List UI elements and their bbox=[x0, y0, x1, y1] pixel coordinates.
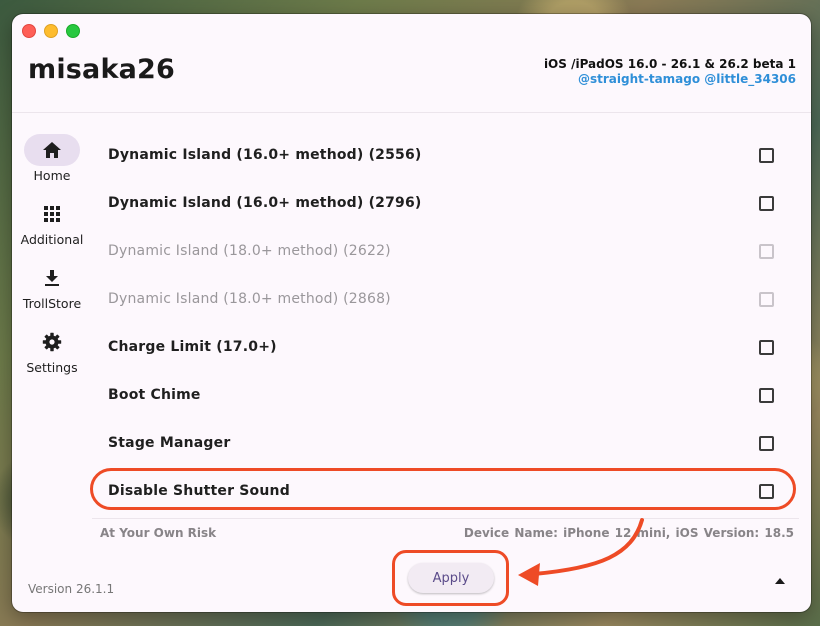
tweak-checkbox bbox=[759, 243, 774, 259]
tweak-row-dynamic-island-2556: Dynamic Island (16.0+ method) (2556) bbox=[92, 131, 808, 179]
authors-link[interactable]: @straight-tamago @little_34306 bbox=[544, 72, 796, 87]
tweak-checkbox[interactable] bbox=[759, 387, 774, 403]
apply-button[interactable]: Apply bbox=[408, 563, 494, 593]
tweak-checkbox[interactable] bbox=[759, 483, 774, 499]
tweak-label: Boot Chime bbox=[108, 387, 201, 403]
header-info: iOS /iPadOS 16.0 - 26.1 & 26.2 beta 1 @s… bbox=[544, 57, 796, 87]
app-version: Version 26.1.1 bbox=[28, 582, 115, 596]
nav-label-trollstore: TrollStore bbox=[22, 296, 82, 311]
tweak-label: Dynamic Island (18.0+ method) (2868) bbox=[108, 291, 391, 307]
home-icon bbox=[42, 141, 62, 159]
tweak-row-boot-chime: Boot Chime bbox=[92, 371, 808, 419]
tweak-row-disable-shutter-sound: Disable Shutter Sound bbox=[92, 467, 808, 515]
tweak-list: Dynamic Island (16.0+ method) (2556) Dyn… bbox=[92, 131, 808, 515]
tweak-checkbox[interactable] bbox=[759, 195, 774, 211]
tweak-row-stage-manager: Stage Manager bbox=[92, 419, 808, 467]
tweak-label: Disable Shutter Sound bbox=[108, 483, 290, 499]
nav-label-home: Home bbox=[33, 168, 71, 183]
device-info: Device Name: iPhone 12 mini, iOS Version… bbox=[463, 526, 794, 540]
tweak-row-dynamic-island-2622: Dynamic Island (18.0+ method) (2622) bbox=[92, 227, 808, 275]
tweak-label: Charge Limit (17.0+) bbox=[108, 339, 277, 355]
gear-icon bbox=[42, 332, 62, 352]
risk-warning: At Your Own Risk bbox=[100, 526, 217, 540]
window-controls bbox=[22, 24, 80, 38]
header-divider bbox=[12, 112, 811, 113]
tweak-label: Dynamic Island (16.0+ method) (2796) bbox=[108, 195, 422, 211]
nav-label-additional: Additional bbox=[20, 232, 84, 247]
collapse-up-icon[interactable] bbox=[775, 578, 785, 584]
nav-item-additional[interactable]: Additional bbox=[12, 198, 92, 262]
tweak-checkbox[interactable] bbox=[759, 435, 774, 451]
footer-divider bbox=[92, 518, 799, 519]
nav-item-trollstore[interactable]: TrollStore bbox=[12, 262, 92, 326]
close-window-button[interactable] bbox=[22, 24, 36, 38]
tweak-label: Dynamic Island (16.0+ method) (2556) bbox=[108, 147, 422, 163]
nav-item-home[interactable]: Home bbox=[12, 134, 92, 198]
tweak-checkbox bbox=[759, 291, 774, 307]
app-window: misaka26 iOS /iPadOS 16.0 - 26.1 & 26.2 … bbox=[12, 14, 811, 612]
download-icon bbox=[44, 269, 60, 287]
tweak-row-dynamic-island-2868: Dynamic Island (18.0+ method) (2868) bbox=[92, 275, 808, 323]
tweak-row-charge-limit: Charge Limit (17.0+) bbox=[92, 323, 808, 371]
grid-icon bbox=[43, 205, 61, 223]
nav-item-settings[interactable]: Settings bbox=[12, 326, 92, 390]
tweak-checkbox[interactable] bbox=[759, 147, 774, 163]
app-title: misaka26 bbox=[28, 54, 176, 85]
tweak-checkbox[interactable] bbox=[759, 339, 774, 355]
tweak-label: Dynamic Island (18.0+ method) (2622) bbox=[108, 243, 391, 259]
zoom-window-button[interactable] bbox=[66, 24, 80, 38]
supported-versions: iOS /iPadOS 16.0 - 26.1 & 26.2 beta 1 bbox=[543, 57, 796, 71]
tweak-row-dynamic-island-2796: Dynamic Island (16.0+ method) (2796) bbox=[92, 179, 808, 227]
minimize-window-button[interactable] bbox=[44, 24, 58, 38]
sidebar-nav: Home Additional TrollStore Settings bbox=[12, 134, 92, 390]
nav-label-settings: Settings bbox=[26, 360, 78, 375]
tweak-label: Stage Manager bbox=[108, 435, 231, 451]
